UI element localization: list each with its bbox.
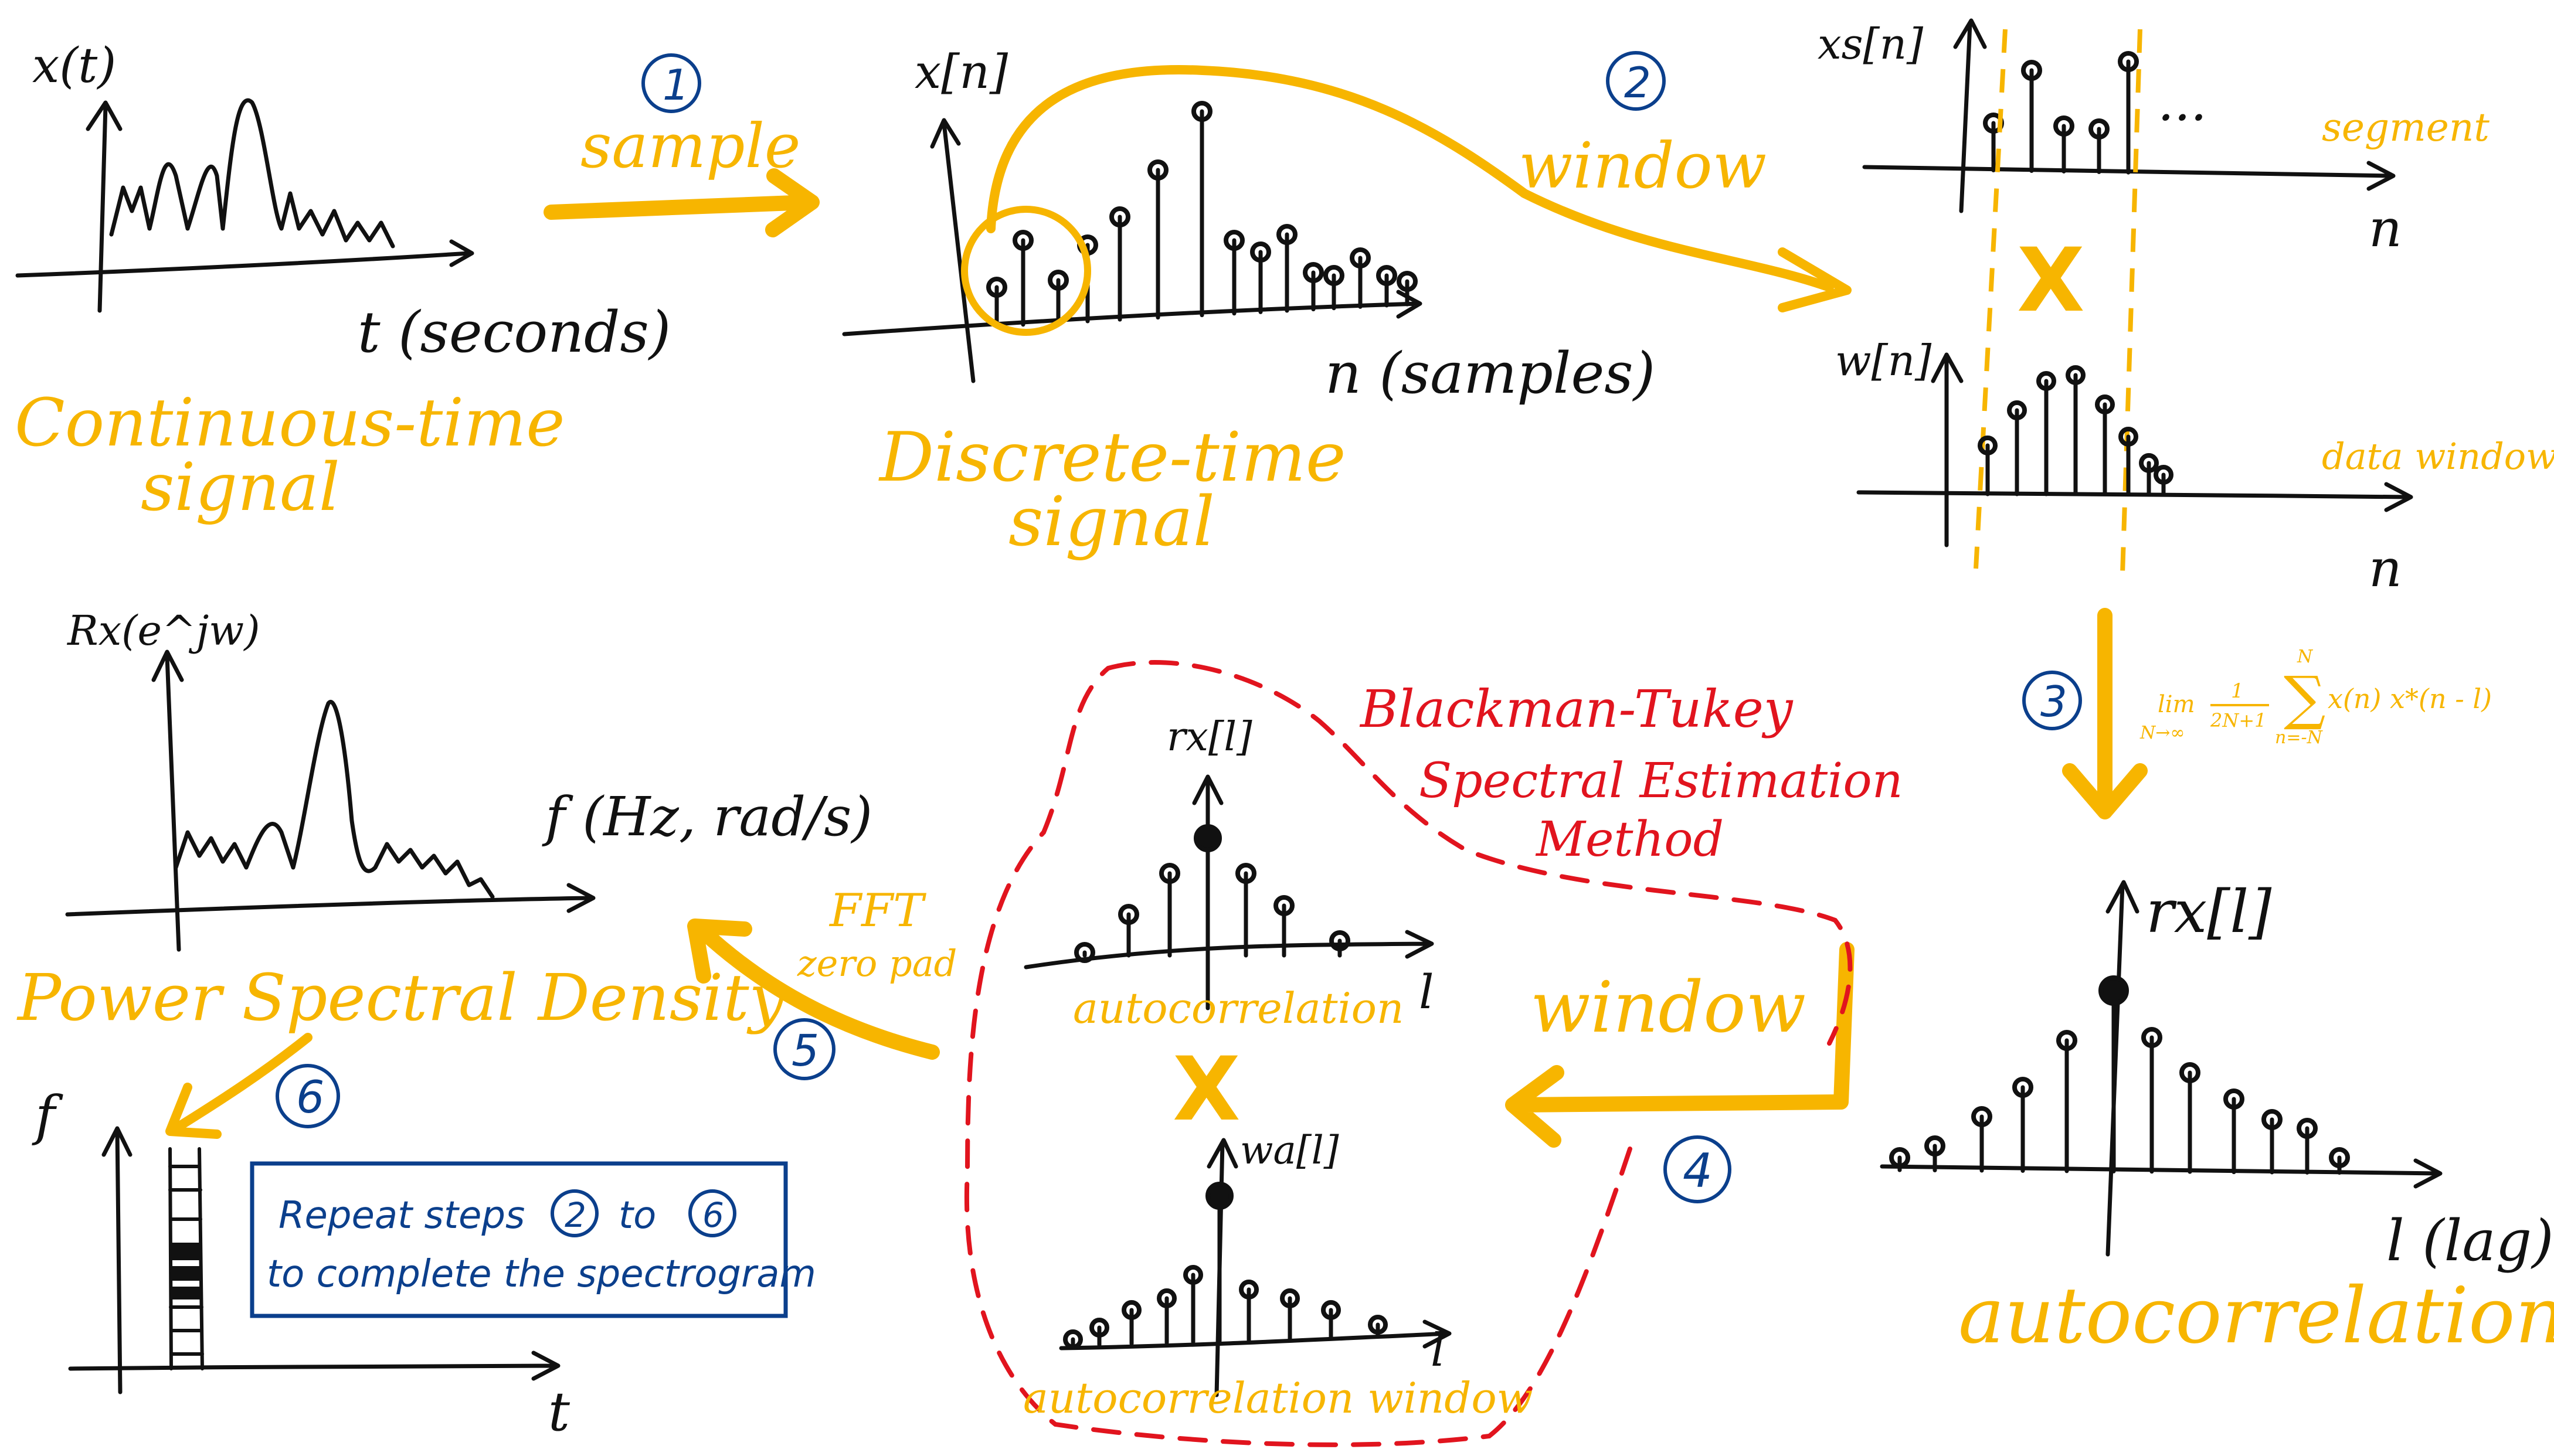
method-title-line1: Blackman-Tukey (1359, 679, 1794, 739)
method-bottom-x-label: l (1431, 1324, 1445, 1377)
formula-frac-top: 1 (2231, 679, 2244, 703)
segment-x-label: n (2369, 198, 2402, 258)
formula-lim: lim (2158, 691, 2195, 718)
spectrogram-x-axis (68, 1350, 561, 1381)
segment-stems (1983, 51, 2139, 175)
spectrogram-y-label: f (32, 1084, 63, 1147)
diagram-canvas: x(t) t (seconds) Continuous-time signal … (15, 18, 2554, 1447)
step-3-arrow (2062, 608, 2148, 819)
autocorr-x-label: l (lag) (2386, 1208, 2554, 1274)
psd-x-axis (65, 883, 596, 917)
step-1-sample: 1 sample (544, 53, 820, 237)
data-window-y-axis (1931, 352, 1964, 547)
data-window-y-label: w[n] (1835, 336, 1932, 385)
data-window-side-label: data window (2322, 435, 2554, 478)
method-multiply-symbol: X (1173, 1039, 1241, 1141)
psd-panel: Rx(e^jw) f (Hz, rad/s) Power Spectral De… (16, 607, 872, 1035)
step-4-window: 4 window (1505, 942, 1855, 1203)
discrete-signal-panel: x[n] n (samples) Discrete-time signal (842, 45, 1655, 562)
psd-y-axis (151, 649, 184, 952)
data-window-x-axis (1856, 482, 2413, 512)
continuous-signal-curve (109, 98, 395, 249)
method-bottom-caption: autocorrelation window (1023, 1373, 1533, 1423)
method-bottom-window: wa[l] l autocorrelation window (1023, 1128, 1533, 1423)
step-4-label: window (1530, 967, 1806, 1049)
repeat-steps-note: Repeat steps 2 to 6 to complete the spec… (250, 1161, 816, 1318)
discrete-highlight-circle (961, 206, 1091, 336)
formula-lim-sub: N→∞ (2139, 723, 2185, 743)
segment-multiply-symbol: X (2017, 230, 2085, 332)
discrete-y-label: x[n] (915, 45, 1008, 99)
continuous-x-label: t (seconds) (358, 300, 671, 365)
segment-y-label: xs[n] (1818, 19, 1924, 69)
method-bottom-y-axis (1207, 1138, 1238, 1397)
step-3-number: 3 (2040, 677, 2067, 726)
method-title: Blackman-Tukey Spectral Estimation Metho… (1359, 679, 1903, 868)
formula-frac-bottom: 2N+1 (2210, 709, 2267, 732)
step-1-number: 1 (663, 60, 690, 110)
step-4-number: 4 (1683, 1144, 1713, 1198)
method-bottom-x-axis (1059, 1319, 1452, 1350)
data-window-panel: w[n] data window n (1835, 336, 2554, 598)
continuous-x-axis (15, 239, 474, 278)
note-line1-step-b: 6 (702, 1195, 724, 1235)
autocorr-caption: autocorrelation (1958, 1271, 2554, 1361)
method-top-x-label: l (1419, 965, 1434, 1019)
data-window-x-label: n (2369, 538, 2402, 598)
spectrogram-y-axis (101, 1126, 133, 1394)
data-window-stems (1978, 365, 2173, 496)
continuous-y-label: x(t) (32, 38, 116, 94)
continuous-signal-panel: x(t) t (seconds) Continuous-time signal (15, 38, 671, 526)
psd-x-label: f (Hz, rad/s) (542, 785, 872, 848)
formula-sum-bottom: n=-N (2275, 727, 2324, 748)
step-2-number: 2 (1624, 58, 1651, 107)
step-5-label-line1: FFT (828, 885, 926, 937)
method-title-line3: Method (1535, 812, 1724, 868)
psd-caption: Power Spectral Density (16, 960, 787, 1035)
segment-panel: xs[n] ... segment n (1818, 18, 2490, 258)
spectrogram-column (168, 1147, 204, 1370)
discrete-x-label: n (samples) (1325, 341, 1655, 406)
step-1-label: sample (580, 110, 800, 182)
autocorr-x-axis (1880, 1158, 2443, 1189)
method-bottom-stems (1063, 1182, 1388, 1349)
segment-ellipsis: ... (2158, 72, 2207, 132)
continuous-caption-line2: signal (141, 450, 340, 526)
method-bottom-y-label: wa[l] (1240, 1128, 1339, 1173)
continuous-y-axis (86, 100, 123, 313)
step-6: 6 (165, 1033, 340, 1139)
step-5-label-line2: zero pad (797, 942, 957, 985)
step-2-label: window (1519, 130, 1767, 203)
step-3-formula: lim N→∞ 1 2N+1 N ∑ n=-N x(n) x*(n - l) (2139, 647, 2492, 748)
step-3-autocorrelation: 3 lim N→∞ 1 2N+1 N ∑ n=-N x(n) x*(n - l) (2022, 608, 2492, 819)
formula-sigma: ∑ (2284, 664, 2325, 732)
autocorr-y-label: rx[l] (2146, 877, 2272, 946)
stem-marker (1194, 824, 1222, 852)
note-line1-step-a: 2 (565, 1195, 586, 1235)
note-line1-a: Repeat steps (279, 1194, 525, 1237)
stem-marker (2098, 975, 2129, 1006)
stem-marker (1205, 1182, 1234, 1210)
psd-y-label: Rx(e^jw) (66, 607, 260, 655)
method-top-y-label: rx[l] (1167, 714, 1252, 760)
step-1-arrow (544, 168, 820, 237)
method-top-caption: autocorrelation (1073, 984, 1404, 1033)
segment-y-axis (1953, 18, 1987, 213)
method-top-autocorr: rx[l] l autocorrelation (1024, 714, 1434, 1033)
discrete-caption-line2: signal (1008, 482, 1215, 562)
step-5-number: 5 (792, 1026, 819, 1076)
segment-dashed-bound-left (1974, 29, 2008, 569)
step-6-number: 6 (296, 1071, 324, 1123)
formula-body: x(n) x*(n - l) (2328, 683, 2492, 715)
method-title-line2: Spectral Estimation (1419, 753, 1903, 809)
method-top-stems (1074, 824, 1350, 963)
autocorrelation-panel: rx[l] l (lag) autocorrelation (1880, 877, 2554, 1361)
segment-side-label: segment (2322, 105, 2490, 150)
spectrogram-x-label: t (548, 1380, 570, 1443)
note-line2: to complete the spectrogram (267, 1253, 816, 1296)
note-line1-b: to (619, 1194, 656, 1237)
psd-curve (174, 700, 495, 899)
